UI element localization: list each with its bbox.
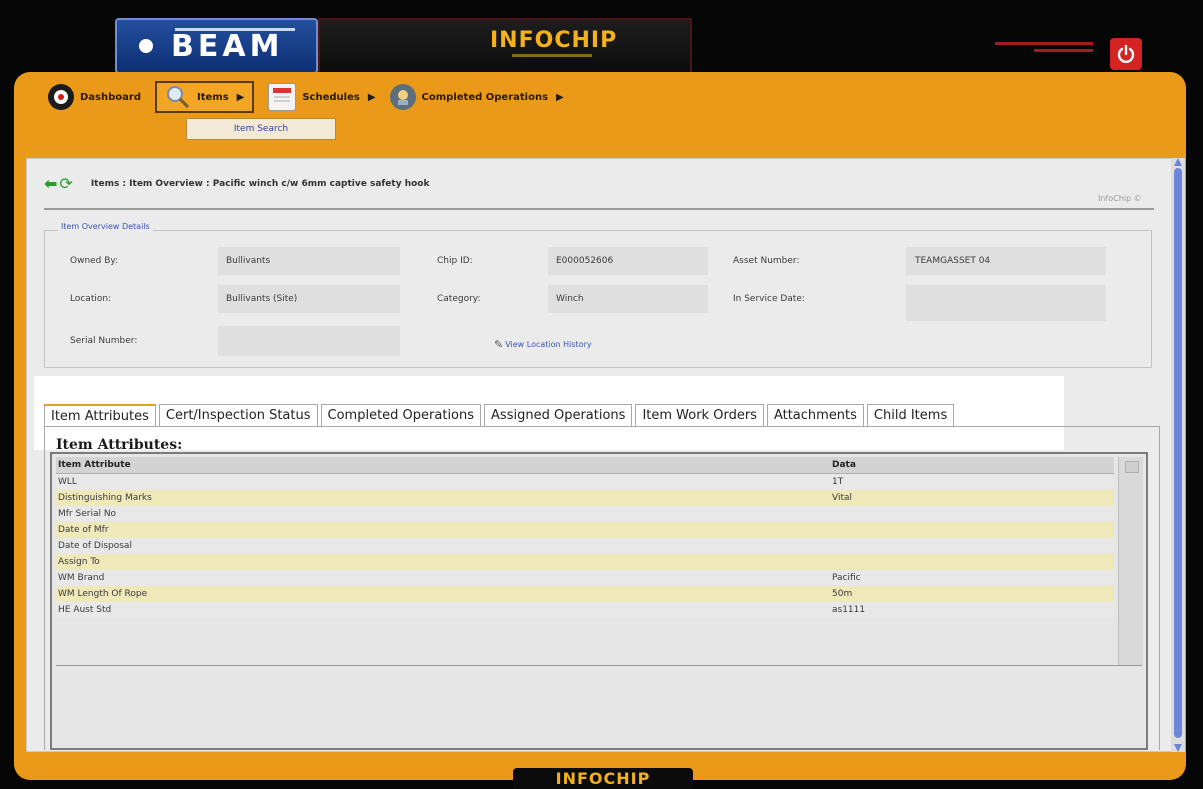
infochip-tagline: [512, 54, 592, 57]
serial-number-label: Serial Number:: [70, 336, 138, 346]
footer-brand-tab: INFOCHIP: [513, 768, 693, 789]
scroll-thumb[interactable]: [1174, 168, 1182, 738]
value-box: [906, 285, 1106, 321]
main-nav: Dashboard Items ▶ Schedules ▶ Completed …: [48, 80, 578, 114]
title-divider: [44, 208, 1154, 210]
attribute-cell: WM Brand: [58, 573, 105, 583]
grid-scrollbar[interactable]: [1118, 457, 1143, 665]
attribute-cell: Date of Disposal: [58, 541, 132, 551]
table-row[interactable]: Distinguishing Marks Vital: [56, 490, 1114, 506]
user-info-line: [1034, 49, 1093, 52]
submenu-arrow-icon: ▶: [556, 91, 564, 103]
logout-button[interactable]: [1110, 38, 1142, 70]
nav-item-completed-operations[interactable]: Completed Operations ▶: [389, 81, 564, 113]
scroll-up-icon[interactable]: [1174, 158, 1182, 166]
nav-label: Completed Operations: [421, 91, 549, 103]
data-cell: Vital: [832, 493, 853, 503]
table-row[interactable]: HE Aust Std as1111: [56, 602, 1114, 618]
footer-infochip-logo: INFOCHIP: [555, 769, 651, 788]
tabs-divider: [44, 426, 1160, 427]
nav-label: Schedules: [302, 91, 360, 103]
grid-header: Item Attribute Data: [56, 457, 1114, 474]
back-arrow-icon[interactable]: ⬅: [44, 174, 57, 193]
submenu-arrow-icon: ▶: [236, 91, 245, 103]
attribute-cell: Distinguishing Marks: [58, 493, 152, 503]
attribute-cell: Date of Mfr: [58, 525, 109, 535]
table-row[interactable]: Mfr Serial No: [56, 506, 1114, 522]
asset-number-value: TEAMGASSET 04: [915, 256, 991, 266]
owned-by-value: Bullivants: [226, 256, 271, 266]
breadcrumb-row: ⬅ ⟳ Items : Item Overview : Pacific winc…: [44, 174, 429, 193]
data-cell: 1T: [832, 477, 844, 487]
value-box: [218, 326, 400, 356]
dashboard-icon: [48, 84, 74, 110]
calendar-icon: [268, 83, 297, 111]
tab-completed-operations[interactable]: Completed Operations: [320, 404, 482, 426]
attributes-grid: Item Attribute Data WLL 1T Distinguishin…: [56, 457, 1114, 618]
tab-assigned-operations[interactable]: Assigned Operations: [484, 404, 633, 426]
category-value: Winch: [556, 294, 584, 304]
nav-item-schedules[interactable]: Schedules ▶: [268, 81, 376, 113]
tab-cert-inspection-status[interactable]: Cert/Inspection Status: [158, 404, 318, 426]
location-value: Bullivants (Site): [226, 294, 298, 304]
column-header-attribute[interactable]: Item Attribute: [56, 460, 830, 470]
pencil-icon: ✎: [494, 338, 504, 351]
nav-item-items[interactable]: Items ▶: [155, 81, 255, 113]
panel-brand: InfoChip ©: [1098, 194, 1142, 203]
category-label: Category:: [437, 294, 481, 304]
data-cell: 50m: [832, 589, 853, 599]
column-header-data[interactable]: Data: [830, 460, 1114, 470]
item-overview-legend: Item Overview Details: [58, 222, 153, 231]
grid-scroll-up-icon[interactable]: [1125, 461, 1139, 473]
nav-item-dashboard[interactable]: Dashboard: [48, 81, 141, 113]
table-row[interactable]: WM Brand Pacific: [56, 570, 1114, 586]
nav-label: Items: [197, 91, 229, 103]
chip-id-value: E000052606: [556, 256, 614, 266]
table-row[interactable]: Date of Disposal: [56, 538, 1114, 554]
attribute-cell: Mfr Serial No: [58, 509, 117, 519]
operations-icon: [389, 84, 416, 110]
attribute-cell: HE Aust Std: [58, 605, 112, 615]
table-row[interactable]: WM Length Of Rope 50m: [56, 586, 1114, 602]
attribute-cell: WLL: [58, 477, 77, 487]
user-info: [995, 38, 1093, 56]
breadcrumb: Items : Item Overview : Pacific winch c/…: [90, 178, 430, 189]
table-row[interactable]: WLL 1T: [56, 474, 1114, 490]
view-location-history-label: View Location History: [505, 340, 592, 349]
attribute-cell: Assign To: [58, 557, 100, 567]
table-row[interactable]: Date of Mfr: [56, 522, 1114, 538]
item-tabs: Item Attributes Cert/Inspection Status C…: [44, 404, 957, 426]
beam-logo-dot: [139, 39, 153, 53]
user-info-line: [995, 42, 1093, 45]
table-row[interactable]: Assign To: [56, 554, 1114, 570]
submenu-arrow-icon: ▶: [367, 91, 376, 103]
grid-bottom-divider: [56, 665, 1142, 666]
page-scrollbar[interactable]: [1171, 158, 1185, 752]
owned-by-label: Owned By:: [70, 256, 119, 266]
refresh-icon[interactable]: ⟳: [59, 174, 72, 193]
beam-logo: BEAM: [115, 18, 318, 74]
chip-id-label: Chip ID:: [437, 256, 473, 266]
magnifier-icon: [165, 84, 191, 110]
asset-number-label: Asset Number:: [733, 256, 800, 266]
scroll-down-icon[interactable]: [1174, 744, 1182, 752]
infochip-logo: INFOCHIP: [490, 28, 618, 53]
item-attributes-title: Item Attributes:: [56, 437, 183, 453]
beam-logo-line: [175, 28, 295, 31]
power-icon: [1117, 44, 1135, 63]
tab-item-work-orders[interactable]: Item Work Orders: [635, 404, 764, 426]
tab-item-attributes[interactable]: Item Attributes: [44, 404, 156, 426]
beam-logo-text: BEAM: [171, 28, 284, 64]
in-service-date-label: In Service Date:: [733, 294, 805, 304]
view-location-history-link[interactable]: ✎ View Location History: [494, 338, 592, 351]
tab-attachments[interactable]: Attachments: [766, 404, 864, 426]
location-label: Location:: [70, 294, 112, 304]
data-cell: Pacific: [832, 573, 861, 583]
data-cell: as1111: [832, 605, 866, 615]
attribute-cell: WM Length Of Rope: [58, 589, 148, 599]
submenu-item-search[interactable]: Item Search: [186, 118, 336, 140]
tab-child-items[interactable]: Child Items: [866, 404, 955, 426]
nav-label: Dashboard: [80, 91, 141, 103]
